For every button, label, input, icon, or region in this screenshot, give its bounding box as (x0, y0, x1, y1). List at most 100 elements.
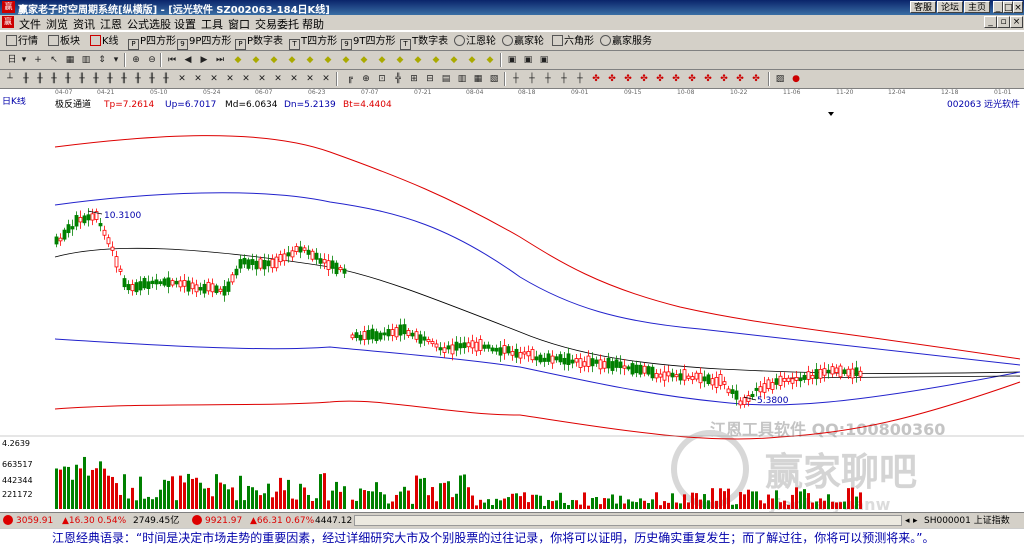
next-icon[interactable]: ▶ (198, 54, 210, 66)
shape-tool-icon[interactable]: ▤ (440, 73, 452, 85)
chart-panel-icon[interactable]: ▣ (506, 54, 518, 66)
bar-tool-icon[interactable]: ╫ (132, 73, 144, 85)
bar-tool-icon[interactable]: ╫ (48, 73, 60, 85)
p-number-table-button[interactable]: P P数字表 (235, 34, 283, 50)
period-tool-icon[interactable]: ✤ (734, 73, 746, 85)
scroll-left-icon[interactable]: ◂ (905, 515, 910, 527)
first-icon[interactable]: ⏮ (166, 54, 178, 66)
diamond-tool-icon[interactable]: ◆ (322, 54, 334, 66)
diamond-tool-icon[interactable]: ◆ (448, 54, 460, 66)
minimize-icon[interactable]: _ (993, 1, 1003, 13)
period-tool-icon[interactable]: ✤ (606, 73, 618, 85)
diamond-tool-icon[interactable]: ◆ (268, 54, 280, 66)
p-square-button[interactable]: P P四方形 (128, 34, 176, 50)
period-tool-icon[interactable]: ✤ (670, 73, 682, 85)
diamond-tool-icon[interactable]: ◆ (412, 54, 424, 66)
kline-button[interactable]: K线 (90, 34, 119, 49)
diamond-tool-icon[interactable]: ◆ (430, 54, 442, 66)
period-tool-icon[interactable]: ┼ (574, 73, 586, 85)
quotes-button[interactable]: 行情 (6, 34, 38, 49)
diamond-tool-icon[interactable]: ◆ (466, 54, 478, 66)
shape-tool-icon[interactable]: ▥ (456, 73, 468, 85)
diamond-tool-icon[interactable]: ◆ (358, 54, 370, 66)
crosshair-icon[interactable]: + (32, 54, 44, 66)
draw-tool-icon[interactable]: ✕ (192, 73, 204, 85)
bar-tool-icon[interactable]: ╫ (34, 73, 46, 85)
shape-tool-icon[interactable]: ⊞ (408, 73, 420, 85)
t-square-button[interactable]: T T四方形 (289, 34, 337, 50)
period-tool-icon[interactable]: ✤ (590, 73, 602, 85)
shape-tool-icon[interactable]: ▧ (488, 73, 500, 85)
bar-tool-icon[interactable]: ╫ (118, 73, 130, 85)
shape-tool-icon[interactable]: ⊟ (424, 73, 436, 85)
shape-tool-icon[interactable]: ▦ (472, 73, 484, 85)
index-selector[interactable]: SH000001 上证指数 (924, 515, 1010, 527)
menu-tools[interactable]: 工具 (201, 16, 223, 32)
kline-style-icon[interactable]: ▥ (80, 54, 92, 66)
diamond-tool-icon[interactable]: ◆ (286, 54, 298, 66)
cycle-icon[interactable]: ● (790, 73, 802, 85)
diamond-tool-icon[interactable]: ◆ (250, 54, 262, 66)
period-tool-icon[interactable]: ✤ (686, 73, 698, 85)
period-tool-icon[interactable]: ┼ (542, 73, 554, 85)
diamond-tool-icon[interactable]: ◆ (232, 54, 244, 66)
draw-tool-icon[interactable]: ✕ (208, 73, 220, 85)
draw-tool-icon[interactable]: ✕ (176, 73, 188, 85)
bar-tool-icon[interactable]: ╫ (20, 73, 32, 85)
9p-square-button[interactable]: 9 9P四方形 (177, 34, 231, 50)
winner-wheel-button[interactable]: 赢家轮 (502, 34, 544, 49)
diamond-tool-icon[interactable]: ◆ (304, 54, 316, 66)
close-icon[interactable]: × (1013, 1, 1023, 13)
menu-file[interactable]: 文件 (19, 16, 41, 32)
dropdown-arrow-icon[interactable]: ▾ (18, 54, 30, 66)
homepage-button[interactable]: 主页 (964, 1, 990, 13)
diamond-tool-icon[interactable]: ◆ (394, 54, 406, 66)
mdi-minimize-icon[interactable]: _ (984, 16, 997, 28)
kline-chart-area[interactable]: 日K线 极反通道 Tp=7.2614 Up=6.7017 Md=6.0634 D… (0, 97, 1024, 512)
draw-tool-icon[interactable]: ✕ (288, 73, 300, 85)
diamond-tool-icon[interactable]: ◆ (484, 54, 496, 66)
last-icon[interactable]: ⏭ (214, 54, 226, 66)
layout-icon[interactable]: ▦ (64, 54, 76, 66)
period-tool-icon[interactable]: ✤ (750, 73, 762, 85)
shape-tool-icon[interactable]: ⊡ (376, 73, 388, 85)
period-tool-icon[interactable]: ┼ (510, 73, 522, 85)
draw-tool-icon[interactable]: ✕ (304, 73, 316, 85)
bar-tool-icon[interactable]: ╫ (160, 73, 172, 85)
9t-square-button[interactable]: 9 9T四方形 (341, 34, 395, 50)
bar-tool-icon[interactable]: ╫ (104, 73, 116, 85)
cursor-icon[interactable]: ↖ (48, 54, 60, 66)
gann-wheel-button[interactable]: 江恩轮 (454, 34, 496, 49)
mdi-restore-icon[interactable]: ▫ (997, 16, 1010, 28)
draw-tool-icon[interactable]: ✕ (240, 73, 252, 85)
diamond-tool-icon[interactable]: ◆ (340, 54, 352, 66)
shape-tool-icon[interactable]: ╔ (344, 73, 356, 85)
draw-tool-icon[interactable]: ✕ (320, 73, 332, 85)
diamond-tool-icon[interactable]: ◆ (376, 54, 388, 66)
maximize-icon[interactable]: □ (1003, 1, 1013, 13)
dropdown-arrow-icon[interactable] (828, 112, 834, 116)
period-tool-icon[interactable]: ✤ (702, 73, 714, 85)
shape-tool-icon[interactable]: ⊕ (360, 73, 372, 85)
menu-settings[interactable]: 设置 (174, 16, 196, 32)
draw-tool-icon[interactable]: ✕ (256, 73, 268, 85)
period-tool-icon[interactable]: ┼ (526, 73, 538, 85)
horizontal-scrollbar[interactable] (354, 515, 902, 526)
forum-button[interactable]: 论坛 (937, 1, 963, 13)
shape-tool-icon[interactable]: ╬ (392, 73, 404, 85)
period-select-icon[interactable]: 日 (6, 54, 18, 66)
position-icon[interactable]: ⇕ (96, 54, 108, 66)
kline-chart[interactable]: 日K线 极反通道 Tp=7.2614 Up=6.7017 Md=6.0634 D… (0, 97, 1024, 512)
app-menu-icon[interactable]: 赢 (2, 16, 14, 28)
zoom-in-icon[interactable]: ⊕ (130, 54, 142, 66)
period-tool-icon[interactable]: ┼ (558, 73, 570, 85)
bar-tool-icon[interactable]: ╫ (62, 73, 74, 85)
draw-tool-icon[interactable]: ✕ (272, 73, 284, 85)
sector-button[interactable]: 板块 (48, 34, 80, 49)
period-tool-icon[interactable]: ✤ (718, 73, 730, 85)
bar-tool-icon[interactable]: ╫ (90, 73, 102, 85)
period-tool-icon[interactable]: ✤ (654, 73, 666, 85)
bar-tool-icon[interactable]: ╫ (146, 73, 158, 85)
dropdown-arrow-icon[interactable]: ▾ (110, 54, 122, 66)
menu-help[interactable]: 帮助 (302, 16, 324, 32)
